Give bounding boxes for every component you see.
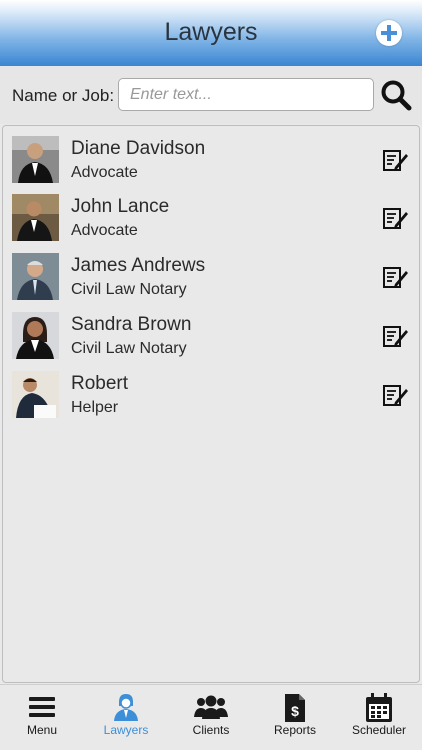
lawyer-job: Civil Law Notary: [71, 340, 187, 357]
search-bar: Name or Job:: [0, 66, 422, 124]
calendar-icon: [366, 693, 392, 722]
tab-menu[interactable]: Menu: [0, 685, 84, 750]
search-button[interactable]: [380, 79, 412, 111]
report-dollar-icon: $: [285, 694, 305, 722]
list-item[interactable]: James Andrews Civil Law Notary: [3, 243, 419, 301]
list-item[interactable]: Sandra Brown Civil Law Notary: [3, 302, 419, 360]
lawyer-icon: [114, 694, 138, 721]
search-icon: [381, 80, 412, 111]
tab-label: Lawyers: [103, 723, 149, 737]
list-item[interactable]: John Lance Advocate: [3, 184, 419, 242]
list-item[interactable]: Diane Davidson Advocate: [3, 126, 419, 184]
lawyer-job: Advocate: [71, 164, 138, 181]
edit-icon[interactable]: [381, 204, 409, 232]
lawyer-name: Diane Davidson: [71, 138, 206, 159]
page-title: Lawyers: [164, 18, 258, 46]
avatar: [12, 312, 59, 359]
lawyer-name: Sandra Brown: [71, 314, 192, 335]
app-header: Lawyers: [0, 0, 422, 66]
lawyer-job: Advocate: [71, 222, 138, 239]
search-label: Name or Job:: [12, 86, 115, 105]
list-item[interactable]: Robert Helper: [3, 361, 419, 419]
search-input[interactable]: [118, 78, 374, 111]
lawyer-name: Robert: [71, 373, 129, 394]
edit-icon[interactable]: [381, 322, 409, 350]
avatar: [12, 253, 59, 300]
users-group-icon: [194, 695, 228, 719]
avatar: [12, 136, 59, 183]
hamburger-menu-icon: [29, 697, 55, 717]
tab-label: Menu: [26, 723, 58, 737]
edit-icon[interactable]: [381, 263, 409, 291]
svg-text:$: $: [291, 703, 299, 719]
tab-label: Scheduler: [351, 723, 407, 737]
tab-clients[interactable]: Clients: [169, 685, 253, 750]
tab-label: Clients: [192, 723, 230, 737]
lawyer-job: Civil Law Notary: [71, 281, 187, 298]
lawyer-name: John Lance: [71, 196, 170, 217]
tab-reports[interactable]: $ Reports: [253, 685, 337, 750]
tab-scheduler[interactable]: Scheduler: [337, 685, 421, 750]
tab-bar: Menu Lawyers Clients $ Reports Scheduler: [0, 684, 422, 750]
edit-icon[interactable]: [381, 381, 409, 409]
avatar: [12, 194, 59, 241]
lawyer-list: Diane Davidson Advocate John Lance Advoc…: [2, 125, 420, 683]
avatar: [12, 371, 59, 418]
lawyer-name: James Andrews: [71, 255, 206, 276]
add-lawyer-button[interactable]: [376, 20, 402, 46]
edit-icon[interactable]: [381, 146, 409, 174]
tab-label: Reports: [273, 723, 317, 737]
tab-lawyers[interactable]: Lawyers: [84, 685, 168, 750]
lawyer-job: Helper: [71, 399, 119, 416]
